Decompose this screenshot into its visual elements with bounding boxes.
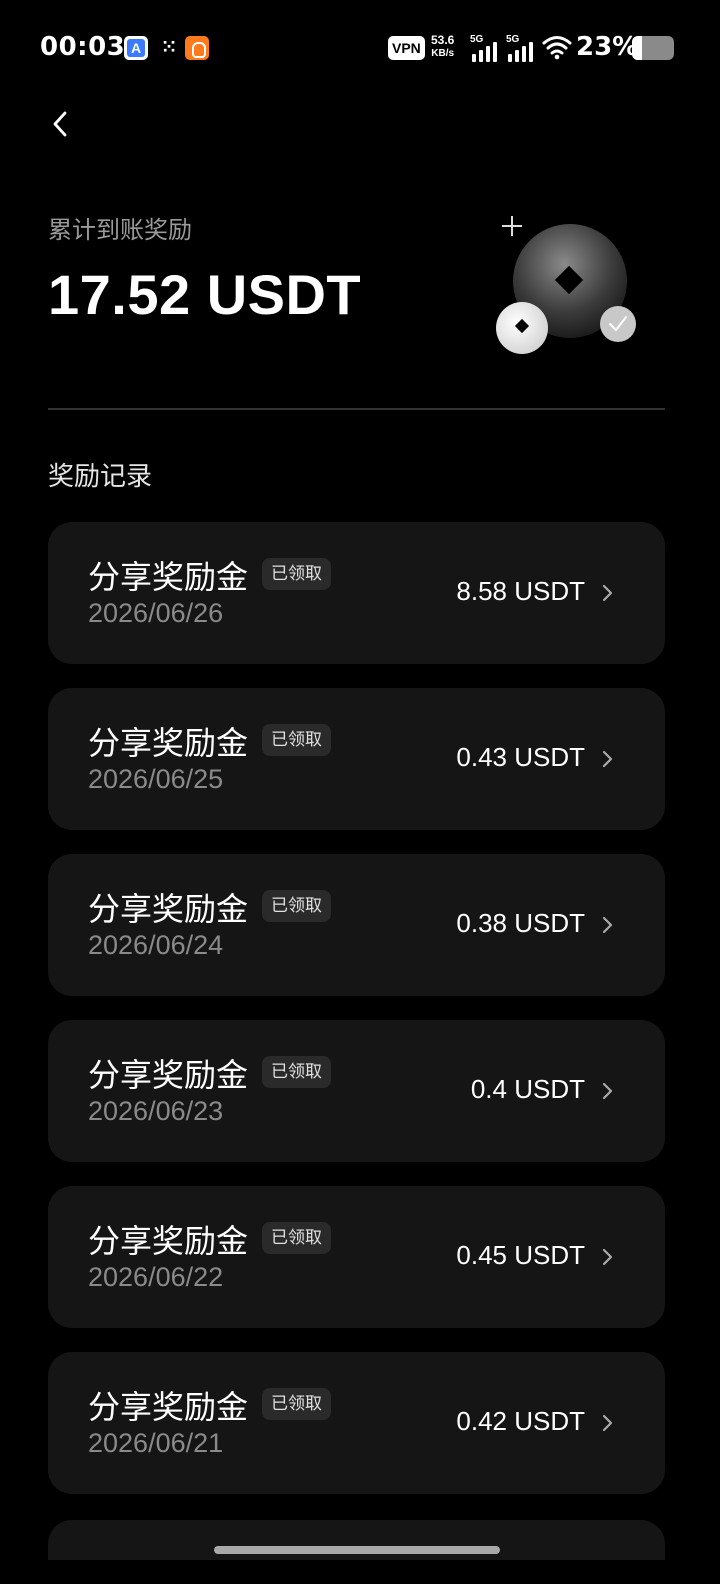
record-date: 2026/06/24: [88, 930, 224, 960]
chevron-right-icon: [602, 1414, 613, 1432]
record-title: 分享奖励金: [88, 1388, 249, 1426]
record-amount: 0.38 USDT: [456, 908, 585, 938]
record-date: 2026/06/23: [88, 1096, 224, 1126]
network-speed-unit: KB/s: [431, 48, 455, 59]
status-badge: 已领取: [262, 1388, 331, 1420]
record-card[interactable]: 分享奖励金 已领取 2026/06/22 0.45 USDT: [48, 1186, 665, 1328]
signal-icon-2: 5G: [506, 34, 536, 62]
record-date: 2026/06/22: [88, 1262, 224, 1292]
battery-percent: 23%: [576, 32, 639, 62]
network-speed-value: 53.6: [431, 33, 455, 47]
wifi-icon: [542, 36, 572, 60]
record-card[interactable]: 分享奖励金 已领取 2026/06/25 0.43 USDT: [48, 688, 665, 830]
record-date: 2026/06/26: [88, 598, 224, 628]
total-reward-label: 累计到账奖励: [48, 216, 192, 244]
status-bar: 00:03 A ⁙ VPN 53.6 KB/s 5G 5G 23%: [0, 0, 720, 96]
chevron-right-icon: [602, 584, 613, 602]
record-date: 2026/06/21: [88, 1428, 224, 1458]
record-title: 分享奖励金: [88, 890, 249, 928]
record-amount: 8.58 USDT: [456, 576, 585, 606]
chevron-right-icon: [602, 1248, 613, 1266]
coin-illustration-icon: [496, 216, 636, 354]
section-title-records: 奖励记录: [48, 462, 153, 492]
app-x-icon: ⁙: [161, 37, 177, 58]
sim1-label: 5G: [470, 34, 484, 45]
vpn-badge: VPN: [388, 36, 425, 60]
total-reward-amount: 17.52 USDT: [48, 263, 362, 326]
signal-icon: 5G: [470, 34, 500, 62]
app-a-icon: A: [124, 36, 148, 60]
status-badge: 已领取: [262, 724, 331, 756]
chevron-right-icon: [602, 1082, 613, 1100]
record-amount: 0.42 USDT: [456, 1406, 585, 1436]
back-arrow-icon[interactable]: [42, 104, 82, 144]
record-card[interactable]: 分享奖励金 已领取 2026/06/23 0.4 USDT: [48, 1020, 665, 1162]
record-card[interactable]: 分享奖励金 已领取 2026/06/24 0.38 USDT: [48, 854, 665, 996]
record-card[interactable]: 分享奖励金 已领取 2026/06/26 8.58 USDT: [48, 522, 665, 664]
sim2-label: 5G: [506, 34, 520, 45]
chevron-right-icon: [602, 750, 613, 768]
divider: [48, 408, 665, 410]
app-notification-icon: [185, 36, 209, 60]
record-card[interactable]: 分享奖励金 已领取 2026/06/21 0.42 USDT: [48, 1352, 665, 1494]
record-title: 分享奖励金: [88, 1222, 249, 1260]
network-speed: 53.6 KB/s: [431, 33, 454, 61]
record-amount: 0.4 USDT: [470, 1074, 585, 1104]
status-badge: 已领取: [262, 890, 331, 922]
app-a-letter: A: [130, 40, 142, 56]
status-badge: 已领取: [262, 1056, 331, 1088]
status-time: 00:03: [40, 32, 126, 62]
chevron-right-icon: [602, 916, 613, 934]
record-amount: 0.45 USDT: [456, 1240, 585, 1270]
record-card-partial[interactable]: [48, 1520, 665, 1560]
home-indicator[interactable]: [214, 1546, 500, 1554]
status-badge: 已领取: [262, 558, 331, 590]
record-title: 分享奖励金: [88, 724, 249, 762]
record-title: 分享奖励金: [88, 558, 249, 596]
record-date: 2026/06/25: [88, 764, 224, 794]
record-title: 分享奖励金: [88, 1056, 249, 1094]
status-badge: 已领取: [262, 1222, 331, 1254]
record-amount: 0.43 USDT: [456, 742, 585, 772]
battery-icon: [632, 36, 674, 60]
